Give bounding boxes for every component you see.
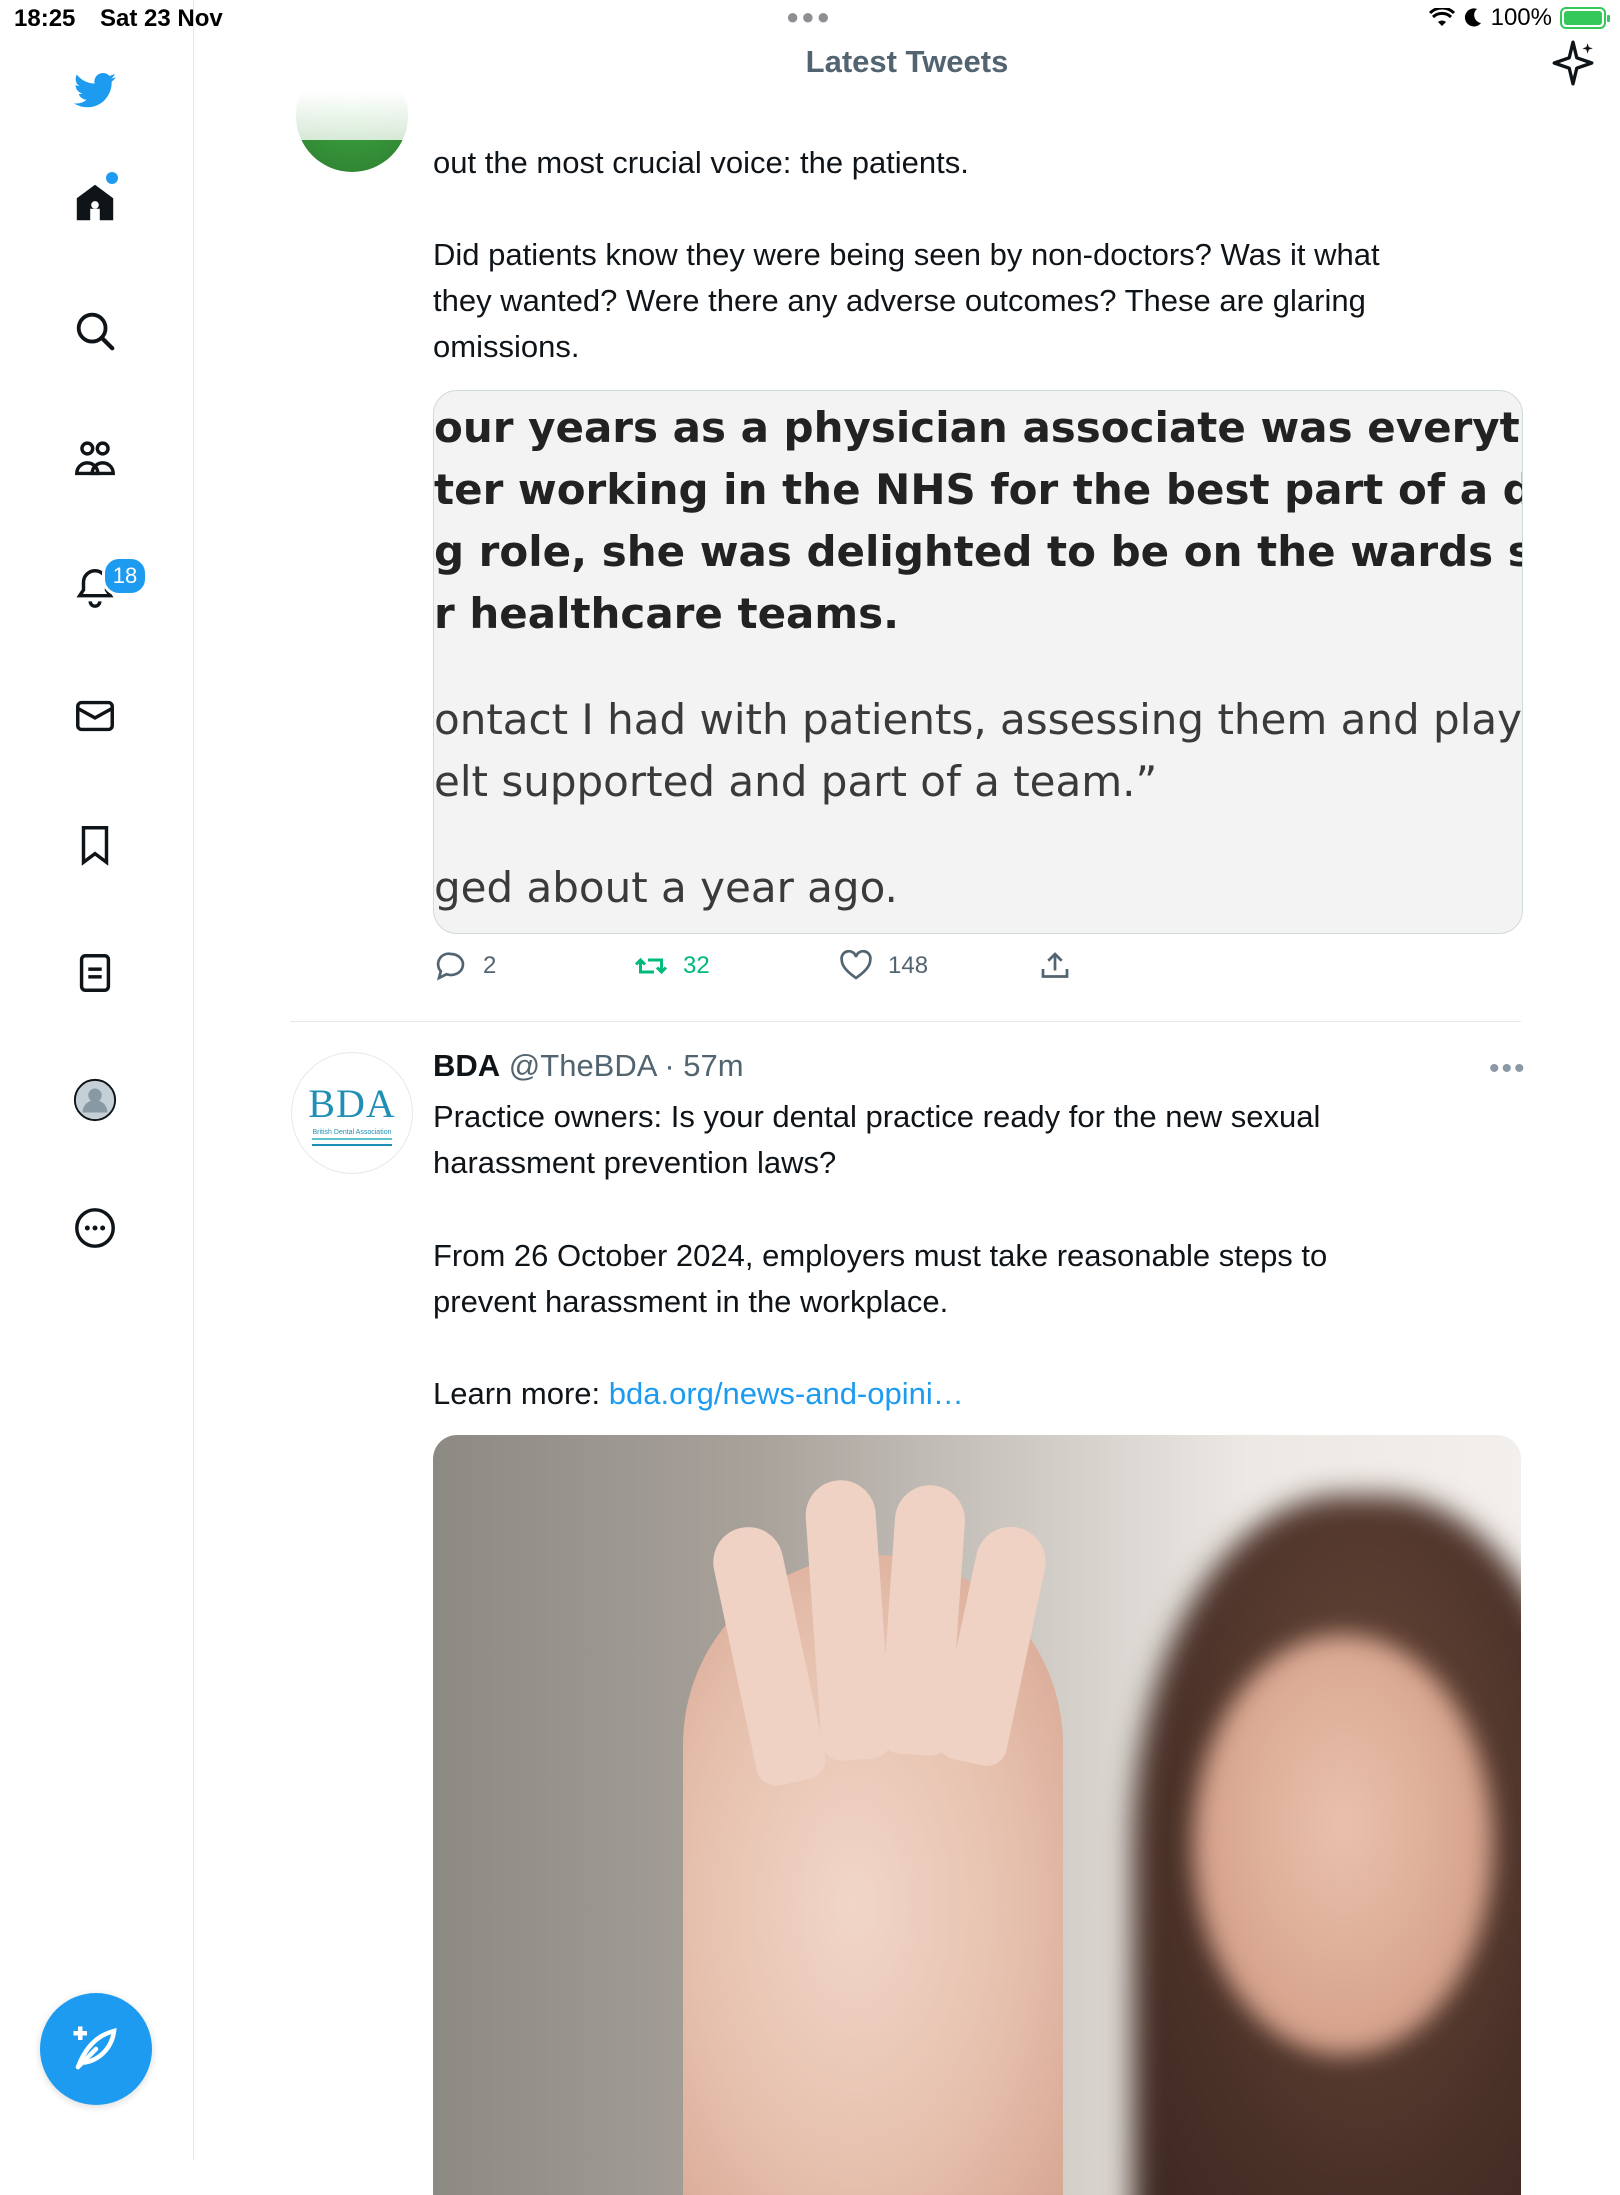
- tweet-divider: [290, 1021, 1521, 1022]
- quote-line: ter working in the NHS for the best part…: [434, 465, 1522, 514]
- feather-plus-icon: [73, 2026, 117, 2070]
- tweet-text-line: Did patients know they were being seen b…: [433, 237, 1380, 272]
- tweet-text-line: Practice owners: Is your dental practice…: [433, 1099, 1321, 1134]
- tweet-text-line: omissions.: [433, 329, 580, 364]
- author-name[interactable]: BDA: [433, 1048, 500, 1083]
- quote-line: elt supported and part of a team.”: [434, 757, 1158, 806]
- share-icon: [1041, 952, 1069, 978]
- learn-more-label: Learn more:: [433, 1376, 609, 1411]
- heart-icon: [840, 949, 872, 980]
- tweet-text-line: From 26 October 2024, employers must tak…: [433, 1238, 1328, 1273]
- bda-logo-bars: [312, 1138, 392, 1146]
- search-icon[interactable]: [67, 303, 123, 359]
- quote-line: ged about a year ago.: [434, 863, 898, 912]
- status-right: 100%: [1428, 4, 1610, 32]
- home-unread-dot: [106, 172, 118, 184]
- page-title: Latest Tweets: [805, 44, 1009, 79]
- tweet-text-line: they wanted? Were there any adverse outc…: [433, 283, 1366, 318]
- lists-icon[interactable]: [67, 945, 123, 1001]
- multitasking-dots-icon[interactable]: ●●●: [786, 4, 832, 30]
- status-bar: 18:25 Sat 23 Nov ●●● 100%: [0, 0, 1620, 40]
- quote-line: g role, she was delighted to be on the w…: [434, 527, 1522, 576]
- profile-avatar-icon[interactable]: [67, 1072, 123, 1128]
- battery-percent: 100%: [1490, 4, 1552, 31]
- tweet-text-line: out the most crucial voice: the patients…: [433, 145, 969, 180]
- tweet-learn-more-line: Learn more: bda.org/news-and-opini…: [433, 1371, 1533, 1417]
- quote-line: our years as a physician associate was e…: [434, 403, 1522, 452]
- retweet-count: 32: [683, 952, 710, 979]
- like-count: 148: [888, 952, 929, 979]
- tweet-more-icon[interactable]: •••: [1489, 1052, 1527, 1086]
- status-time: 18:25: [14, 5, 76, 32]
- status-date: Sat 23 Nov: [100, 5, 223, 32]
- article-link[interactable]: bda.org/news-and-opini…: [609, 1376, 964, 1411]
- tweet-text-line: harassment prevention laws?: [433, 1145, 837, 1180]
- like-button[interactable]: 148: [838, 948, 928, 984]
- reply-button[interactable]: 2: [433, 948, 496, 984]
- communities-icon[interactable]: [67, 432, 123, 488]
- bda-avatar[interactable]: BDA British Dental Association: [291, 1052, 413, 1174]
- moon-icon: [1464, 8, 1481, 27]
- reply-count: 2: [483, 952, 497, 979]
- retweet-button[interactable]: 32: [633, 948, 710, 984]
- tweet-text-line: prevent harassment in the workplace.: [433, 1284, 949, 1319]
- quote-line: r healthcare teams.: [434, 589, 900, 638]
- wifi-icon: [1428, 8, 1455, 26]
- bookmarks-icon[interactable]: [67, 817, 123, 873]
- more-icon[interactable]: [67, 1200, 123, 1256]
- author-handle[interactable]: @TheBDA: [509, 1048, 656, 1083]
- share-button[interactable]: [1037, 948, 1073, 984]
- retweet-icon: [634, 957, 668, 975]
- tweet-author-line: BDA @TheBDA · 57m: [433, 1048, 744, 1084]
- quoted-image-card[interactable]: our years as a physician associate was e…: [433, 390, 1523, 934]
- sidebar: 18: [0, 0, 194, 2160]
- tweet-actions: 2 32 148: [433, 948, 1133, 998]
- sparkle-icon[interactable]: [1548, 38, 1598, 88]
- tweet-time: · 57m: [664, 1048, 744, 1083]
- twitter-logo-icon[interactable]: [67, 62, 123, 118]
- messages-icon[interactable]: [67, 688, 123, 744]
- tweet-photo[interactable]: [433, 1435, 1521, 2195]
- compose-tweet-button[interactable]: [40, 1993, 152, 2105]
- bda-logo-text: BDA: [308, 1081, 396, 1126]
- notifications-badge: 18: [102, 556, 148, 596]
- photo-face: [1193, 1635, 1493, 2055]
- bda-logo-sub: British Dental Association: [312, 1129, 392, 1136]
- quote-line: ontact I had with patients, assessing th…: [434, 695, 1523, 744]
- reply-icon: [436, 952, 465, 981]
- battery-icon: [1560, 7, 1610, 29]
